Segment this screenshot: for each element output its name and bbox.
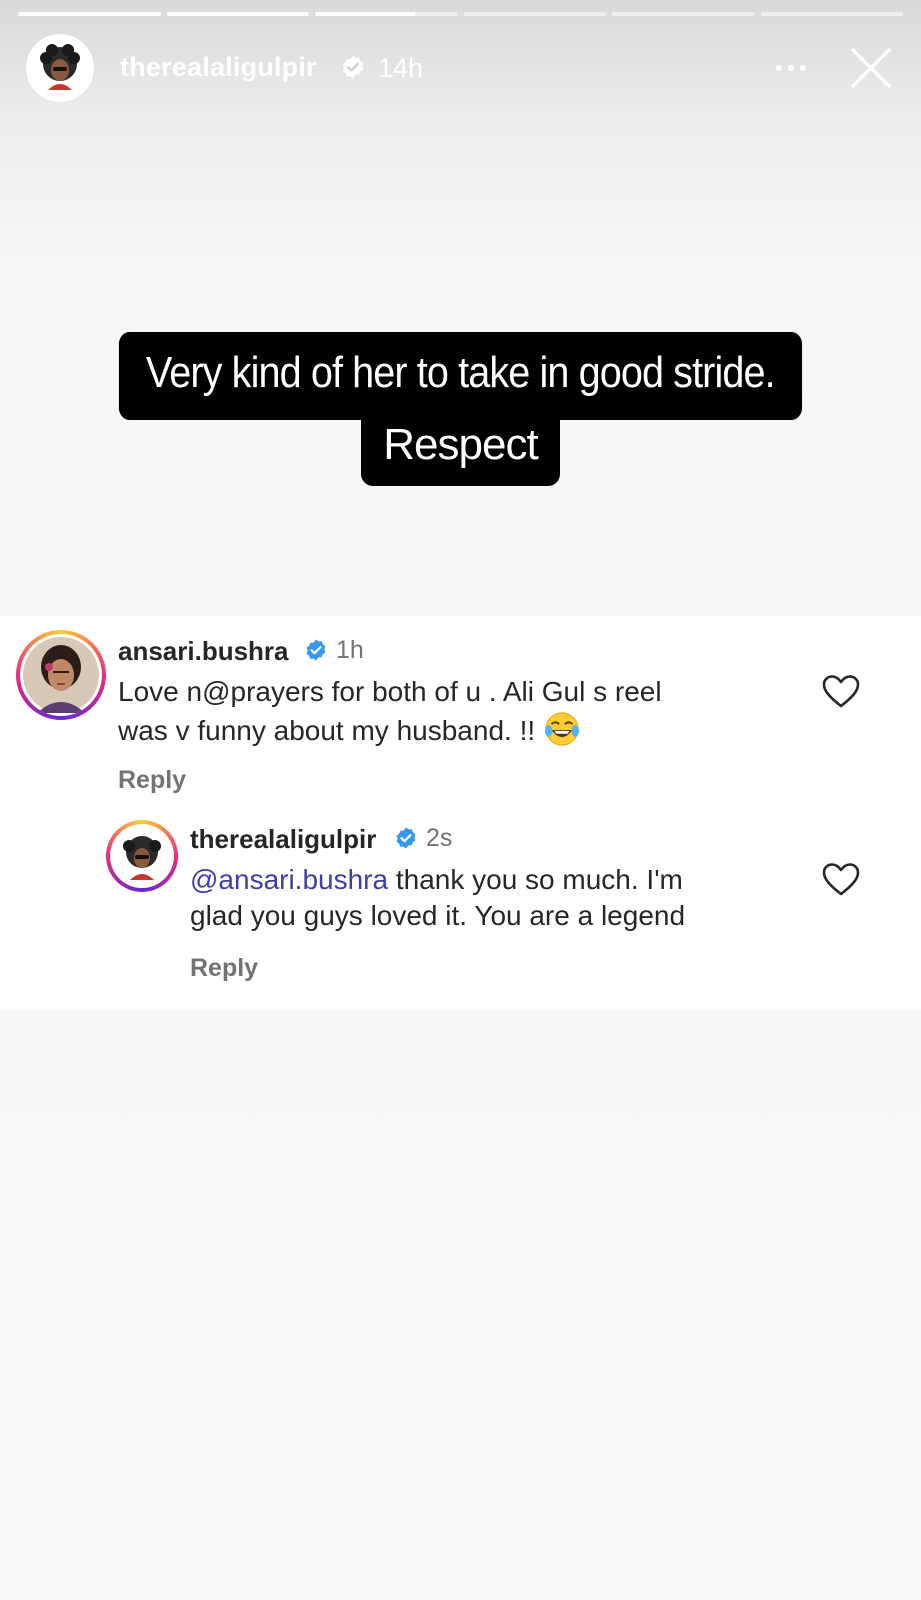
story-progress-fill xyxy=(315,12,415,16)
mention-link[interactable]: @ansari.bushra xyxy=(190,864,388,895)
avatar-image xyxy=(32,40,88,96)
like-heart-icon[interactable] xyxy=(822,674,860,710)
dot-icon xyxy=(800,65,806,71)
story-author-avatar[interactable] xyxy=(26,34,94,102)
story-progress-segment xyxy=(463,12,606,16)
story-progress-fill xyxy=(18,12,161,16)
reply-text-line-1-rest: thank you so much. I'm xyxy=(388,864,683,895)
verified-icon xyxy=(396,827,416,849)
reply-timestamp: 2s xyxy=(426,824,453,852)
comment-timestamp: 1h xyxy=(336,636,364,664)
avatar-image xyxy=(23,637,99,713)
dot-icon xyxy=(776,65,782,71)
story-progress-segment xyxy=(612,12,755,16)
dot-icon xyxy=(788,65,794,71)
comment-text-line-2: was v funny about my husband. !! xyxy=(118,710,662,749)
more-options-button[interactable] xyxy=(771,56,811,80)
story-author-username[interactable]: therealaligulpir xyxy=(120,52,317,83)
caption-line-1: Very kind of her to take in good stride. xyxy=(119,332,802,420)
commenter-avatar[interactable] xyxy=(16,630,106,720)
story-timestamp: 14h xyxy=(378,53,424,83)
replier-username[interactable]: therealaligulpir xyxy=(190,824,376,855)
story-caption-continued: Respect xyxy=(0,420,921,486)
close-icon[interactable] xyxy=(847,44,895,92)
commenter-username[interactable]: ansari.bushra xyxy=(118,636,289,667)
story-progress-segment xyxy=(315,12,458,16)
story-progress-segment xyxy=(18,12,161,16)
reply-text-line-1: @ansari.bushra thank you so much. I'm xyxy=(190,862,685,898)
story-progress-segment xyxy=(166,12,309,16)
replier-avatar[interactable] xyxy=(106,820,178,892)
like-heart-icon[interactable] xyxy=(822,862,860,898)
story-caption: Very kind of her to take in good stride. xyxy=(0,332,921,420)
story-viewer: therealaligulpir 14h Very kind of her to… xyxy=(0,0,921,1600)
reply-button[interactable]: Reply xyxy=(190,954,258,983)
comment-text-line-2-content: was v funny about my husband. !! xyxy=(118,715,536,746)
caption-line-2: Respect xyxy=(361,420,560,486)
avatar-image xyxy=(114,828,170,884)
comment-screenshot-card: ansari.bushra 1h Love n@prayers for both… xyxy=(0,616,921,1010)
reply-button[interactable]: Reply xyxy=(118,766,186,795)
story-progress-segment xyxy=(760,12,903,16)
reply-text-line-2: glad you guys loved it. You are a legend xyxy=(190,900,686,931)
reply-text: @ansari.bushra thank you so much. I'm gl… xyxy=(190,862,685,934)
story-progress-fill xyxy=(166,12,309,16)
story-header: therealaligulpir 14h xyxy=(26,34,895,102)
laughing-tears-emoji-icon xyxy=(545,712,580,746)
story-progress-bar xyxy=(18,12,903,16)
comment-text: Love n@prayers for both of u . Ali Gul s… xyxy=(118,674,662,749)
verified-icon xyxy=(306,639,326,661)
comment-text-line-1: Love n@prayers for both of u . Ali Gul s… xyxy=(118,676,662,707)
verified-icon xyxy=(342,55,364,79)
